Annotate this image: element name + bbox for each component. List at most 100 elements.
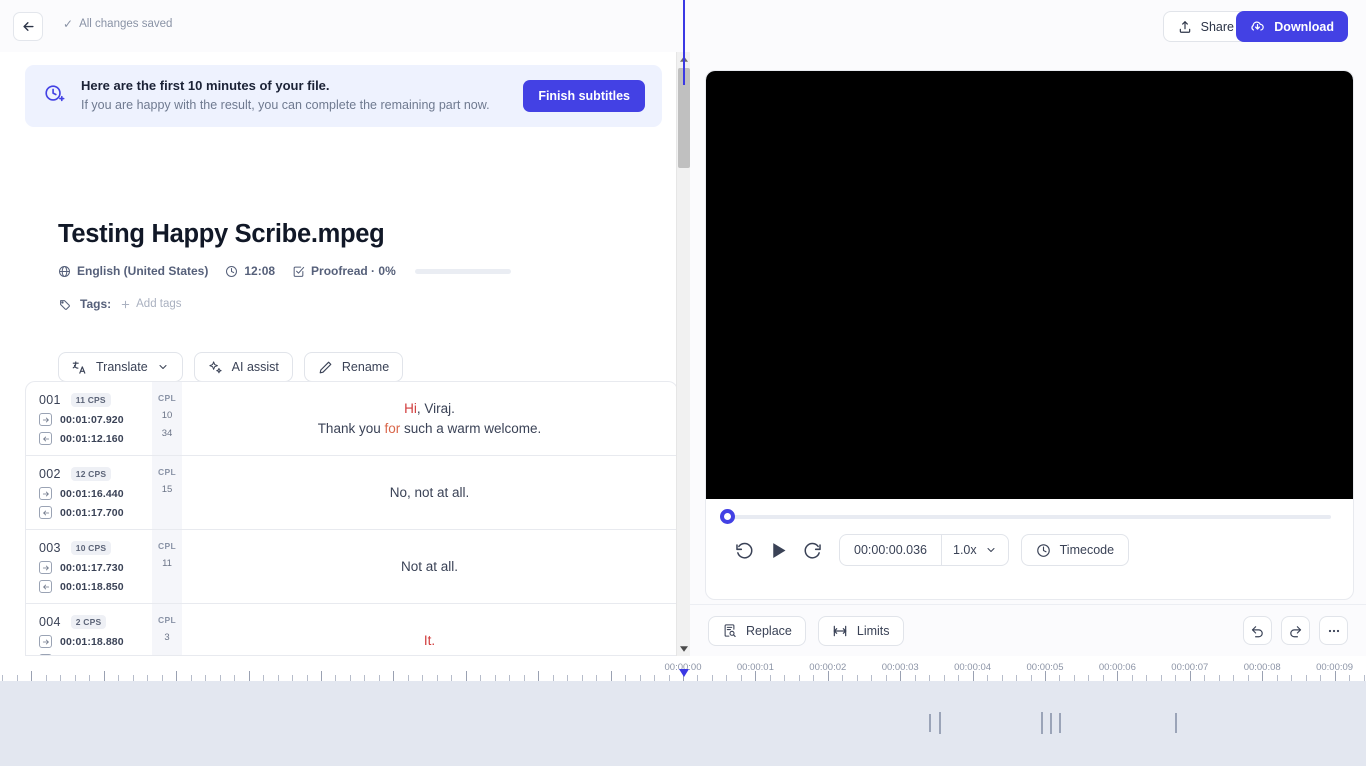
tags-row: Tags: Add tags xyxy=(58,297,182,311)
language-meta[interactable]: English (United States) xyxy=(58,264,208,278)
subtitle-word: for xyxy=(384,421,400,436)
rewind-button[interactable] xyxy=(727,533,761,567)
subtitle-id-line: 002 12 CPS xyxy=(39,467,152,481)
cpl-header: CPL xyxy=(158,467,176,477)
cpl-column: CPL 11 xyxy=(152,530,182,603)
end-time-row[interactable]: 00:01:12.160 xyxy=(39,432,152,445)
ruler-major-tick xyxy=(176,671,177,681)
start-timecode: 00:01:17.730 xyxy=(60,562,124,574)
start-time-row[interactable]: 00:01:07.920 xyxy=(39,413,152,426)
redo-button[interactable] xyxy=(1281,616,1310,645)
globe-icon xyxy=(58,265,71,278)
subtitle-index: 004 xyxy=(39,615,61,629)
clock-icon xyxy=(225,265,238,278)
check-icon: ✓ xyxy=(63,18,73,30)
cpl-column: CPL 15 xyxy=(152,456,182,529)
cpl-header: CPL xyxy=(158,541,176,551)
ai-assist-button[interactable]: AI assist xyxy=(194,352,293,382)
cpl-value: 11 xyxy=(162,558,172,569)
forward-button[interactable] xyxy=(795,533,829,567)
waveform-peak xyxy=(929,714,931,732)
playhead-handle[interactable] xyxy=(679,669,689,677)
download-button[interactable]: Download xyxy=(1236,11,1348,42)
waveform-peak xyxy=(1175,713,1177,733)
cpl-value: 34 xyxy=(162,428,173,439)
end-time-row[interactable]: 00:01:17.700 xyxy=(39,506,152,519)
chevron-down-icon xyxy=(985,544,997,556)
cpl-value: 15 xyxy=(162,484,173,495)
sparkle-icon xyxy=(208,360,223,375)
scroll-down-arrow[interactable] xyxy=(677,642,691,656)
table-row[interactable]: 002 12 CPS 00:01:16.440 00:01:17.700 CPL 15 No… xyxy=(26,456,677,530)
add-tags-button[interactable]: Add tags xyxy=(120,298,181,310)
share-label: Share xyxy=(1201,20,1234,34)
subtitle-text[interactable]: Not at all. xyxy=(182,530,677,603)
player-controls: 00:00:00.036 1.0x Timecode xyxy=(706,519,1353,567)
subtitle-text[interactable]: It. xyxy=(182,604,677,656)
playhead[interactable] xyxy=(683,0,685,85)
subtitle-id-line: 00310 CPS xyxy=(39,541,152,555)
start-time-icon xyxy=(39,487,52,500)
finish-subtitles-button[interactable]: Finish subtitles xyxy=(523,80,645,112)
banner-title: Here are the first 10 minutes of your fi… xyxy=(81,76,523,96)
start-time-icon xyxy=(39,413,52,426)
more-options-button[interactable] xyxy=(1319,616,1348,645)
start-timecode: 00:01:07.920 xyxy=(60,414,124,426)
tags-label: Tags: xyxy=(80,297,111,311)
end-time-icon xyxy=(39,580,52,593)
replace-button[interactable]: Replace xyxy=(708,616,806,646)
chevron-down-icon xyxy=(157,361,169,373)
back-button[interactable] xyxy=(13,12,43,41)
editor-toolbar: Replace Limits xyxy=(690,604,1366,656)
seek-row xyxy=(706,499,1353,519)
redo-icon xyxy=(1288,623,1303,638)
tag-icon xyxy=(58,298,71,311)
rename-button[interactable]: Rename xyxy=(304,352,403,382)
current-time-input[interactable]: 00:00:00.036 xyxy=(840,534,942,566)
subtitle-text[interactable]: Hi, Viraj.Thank you for such a warm welc… xyxy=(182,382,677,455)
translate-button[interactable]: Translate xyxy=(58,352,183,382)
subtitle-list[interactable]: 00111 CPS00:01:07.92000:01:12.160CPL1034… xyxy=(25,381,678,656)
start-time-icon xyxy=(39,635,52,648)
end-time-icon xyxy=(39,506,52,519)
limits-button[interactable]: Limits xyxy=(818,616,904,646)
playback-speed-select[interactable]: 1.0x xyxy=(942,543,1008,557)
seek-handle[interactable] xyxy=(720,509,735,524)
ruler-major-tick xyxy=(393,671,394,681)
undo-button[interactable] xyxy=(1243,616,1272,645)
subtitle-meta-column: 0042 CPS00:01:18.88000:01:20.600 xyxy=(26,604,152,656)
waveform-peak xyxy=(939,712,941,734)
subtitle-index: 003 xyxy=(39,541,61,555)
table-row[interactable]: 0042 CPS00:01:18.88000:01:20.600CPL3It. xyxy=(26,604,677,656)
share-upload-icon xyxy=(1178,20,1192,34)
ruler-major-tick xyxy=(249,671,250,681)
time-speed-group: 00:00:00.036 1.0x xyxy=(839,534,1009,566)
seek-track[interactable] xyxy=(728,515,1331,519)
subtitle-line: It. xyxy=(424,631,435,650)
ruler-major-tick xyxy=(1190,671,1191,681)
add-tags-label: Add tags xyxy=(136,298,181,310)
start-time-row[interactable]: 00:01:17.730 xyxy=(39,561,152,574)
subtitle-line: Not at all. xyxy=(401,557,458,576)
left-panel-scrollbar[interactable] xyxy=(676,52,690,656)
timecode-button[interactable]: Timecode xyxy=(1021,534,1129,566)
end-time-row[interactable]: 00:01:18.850 xyxy=(39,580,152,593)
table-row[interactable]: 00310 CPS 00:01:17.730 00:01:18.850 CPL 11 No… xyxy=(26,530,677,604)
table-row[interactable]: 00111 CPS00:01:07.92000:01:12.160CPL1034… xyxy=(26,382,677,456)
start-time-row[interactable]: 00:01:16.440 xyxy=(39,487,152,500)
document-actions: Translate AI assist Rename xyxy=(58,352,403,382)
cps-badge: 12 CPS xyxy=(71,467,112,481)
subtitle-word: Thank you xyxy=(318,421,385,436)
subtitle-text[interactable]: No, not at all. xyxy=(182,456,677,529)
clock-icon xyxy=(1036,543,1051,558)
proofread-meta[interactable]: Proofread · 0% xyxy=(292,264,396,278)
subtitle-index: 002 xyxy=(39,467,61,481)
end-time-icon xyxy=(39,432,52,445)
waveform-peak xyxy=(1059,713,1061,733)
waveform-track[interactable] xyxy=(0,681,1366,766)
play-button[interactable] xyxy=(761,533,795,567)
replace-label: Replace xyxy=(746,624,792,638)
proofread-label: Proofread · 0% xyxy=(311,264,396,278)
start-time-row[interactable]: 00:01:18.880 xyxy=(39,635,152,648)
video-viewport[interactable] xyxy=(706,71,1353,499)
